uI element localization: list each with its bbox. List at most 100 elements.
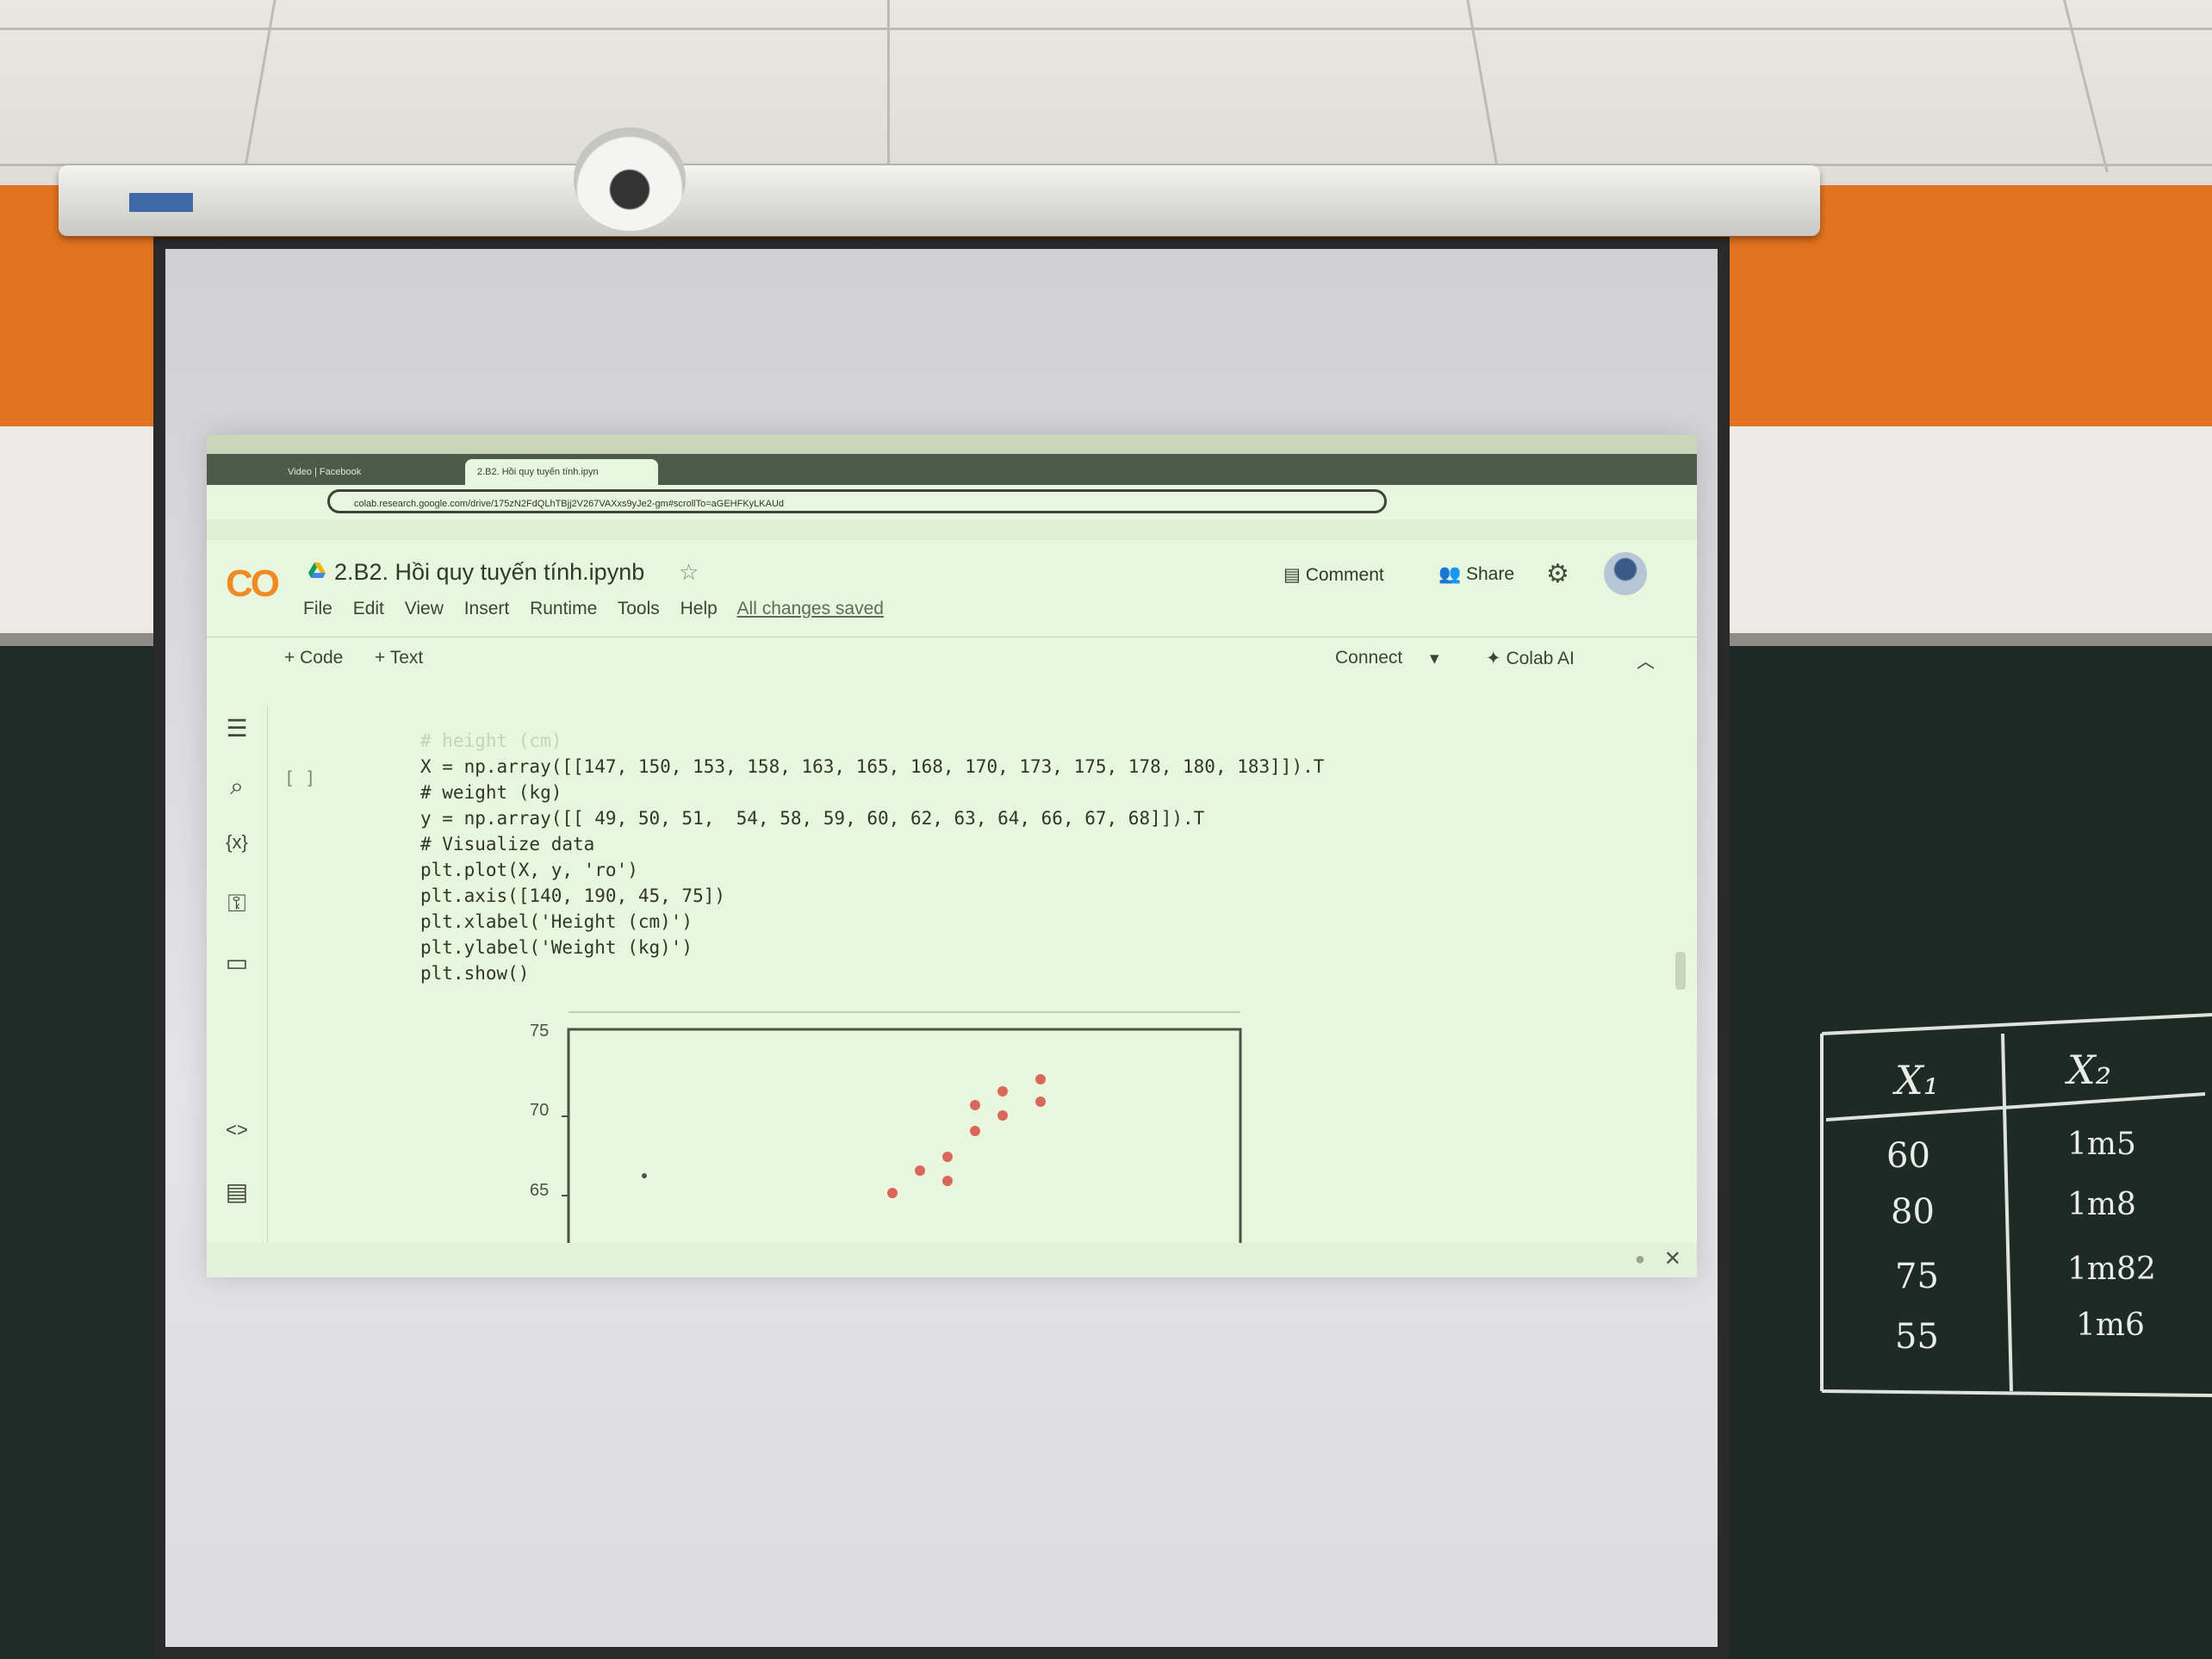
- key-icon[interactable]: ⚿: [219, 890, 255, 921]
- projected-colab-window: Video | Facebook 2.B2. Hồi quy tuyến tín…: [207, 435, 1697, 1277]
- folder-icon[interactable]: ▭: [219, 948, 255, 979]
- cell-x1: 60: [1886, 1136, 1930, 1176]
- share-label: Share: [1465, 564, 1515, 584]
- gear-icon[interactable]: ⚙: [1546, 559, 1569, 589]
- code-line: # height (cm): [420, 730, 562, 751]
- code-cell[interactable]: [ ] # height (cm) X = np.array([[147, 150…: [274, 719, 1687, 1029]
- table-of-contents-icon[interactable]: ☰: [219, 714, 255, 745]
- url-text: colab.research.google.com/drive/175zN2Fd…: [354, 499, 785, 509]
- menu-runtime[interactable]: Runtime: [530, 599, 597, 618]
- code-line: y = np.array([[ 49, 50, 51, 54, 58, 59, …: [420, 808, 1205, 829]
- command-palette-icon[interactable]: ▤: [219, 1177, 255, 1209]
- data-point: [1035, 1074, 1046, 1084]
- header-x2: X₂: [2065, 1047, 2111, 1093]
- data-point: [997, 1086, 1008, 1097]
- y-tick-label: 70: [530, 1101, 549, 1120]
- save-status[interactable]: All changes saved: [737, 599, 884, 618]
- data-point: [915, 1165, 925, 1176]
- search-icon[interactable]: ⌕: [219, 773, 255, 804]
- sparkle-icon: ✦: [1486, 649, 1507, 668]
- colab-logo: CO: [226, 562, 280, 605]
- os-menubar: [207, 435, 1697, 454]
- chevron-down-icon[interactable]: ▾: [1430, 648, 1439, 669]
- data-point: [1035, 1097, 1046, 1107]
- connect-button[interactable]: Connect: [1335, 648, 1402, 668]
- code-line: # weight (kg): [420, 782, 562, 803]
- cell-x1: 75: [1895, 1257, 1939, 1296]
- cell-x2: 1m5: [2067, 1127, 2136, 1162]
- address-bar: colab.research.google.com/drive/175zN2Fd…: [207, 485, 1697, 519]
- menu-view[interactable]: View: [405, 599, 444, 618]
- cell-x1: 80: [1891, 1192, 1935, 1232]
- menu-edit[interactable]: Edit: [353, 599, 384, 618]
- browser-tab-bar: Video | Facebook 2.B2. Hồi quy tuyến tín…: [207, 454, 1697, 485]
- people-icon: 👥: [1438, 564, 1466, 584]
- chevron-up-icon[interactable]: ︿: [1637, 648, 1655, 674]
- data-point: [942, 1176, 953, 1186]
- colab-header: CO 2.B2. Hồi quy tuyến tính.ipynb ☆ File…: [207, 540, 1697, 637]
- code-snippets-icon[interactable]: <>: [219, 1119, 255, 1150]
- cell-x2: 1m6: [2076, 1308, 2145, 1343]
- run-cell-button[interactable]: [ ]: [284, 767, 315, 788]
- colab-ai-label: Colab AI: [1506, 649, 1575, 668]
- data-point: [970, 1126, 980, 1136]
- avatar[interactable]: [1604, 552, 1647, 595]
- data-point: [970, 1100, 980, 1110]
- data-point: [997, 1110, 1008, 1121]
- brand-label: [129, 193, 193, 212]
- tab-label: 2.B2. Hồi quy tuyến tính.ipyn: [477, 467, 599, 477]
- menu-tools[interactable]: Tools: [618, 599, 660, 618]
- star-icon[interactable]: ☆: [679, 559, 699, 586]
- table-middle-line: [2001, 1033, 2013, 1392]
- code-line: plt.ylabel('Weight (kg)'): [420, 937, 693, 958]
- variables-icon[interactable]: {x}: [219, 831, 255, 862]
- tab-label: Video | Facebook: [288, 467, 362, 477]
- code-editor[interactable]: # height (cm) X = np.array([[147, 150, 15…: [420, 728, 1324, 986]
- bookmarks-bar: [207, 519, 1697, 540]
- scrollbar[interactable]: [1675, 952, 1686, 990]
- code-line: X = np.array([[147, 150, 153, 158, 163, …: [420, 756, 1325, 777]
- browser-tab-colab[interactable]: 2.B2. Hồi quy tuyến tính.ipyn: [465, 459, 658, 485]
- code-line: plt.plot(X, y, 'ro'): [420, 860, 638, 880]
- drive-icon: [308, 562, 326, 578]
- status-bar: ● ✕: [207, 1243, 1697, 1277]
- notebook-title[interactable]: 2.B2. Hồi quy tuyến tính.ipynb: [334, 559, 644, 586]
- code-line: # Visualize data: [420, 834, 595, 854]
- scatter-plot-output: 75 70 65: [530, 1011, 1242, 1277]
- code-line: plt.axis([140, 190, 45, 75]): [420, 885, 726, 906]
- header-x1: X₁: [1892, 1057, 1939, 1103]
- table-header-line: [1825, 1092, 2206, 1122]
- code-line: plt.xlabel('Height (cm)'): [420, 911, 693, 932]
- cell-x1: 55: [1895, 1317, 1939, 1357]
- colab-sidebar: ☰ ⌕ {x} ⚿ ▭ <> ▤ ▣: [207, 705, 268, 1277]
- menu-file[interactable]: File: [303, 599, 332, 618]
- chalkboard-left: [0, 646, 172, 1659]
- url-input[interactable]: colab.research.google.com/drive/175zN2Fd…: [327, 489, 1387, 513]
- colab-ai-button[interactable]: ✦ Colab AI: [1486, 648, 1575, 669]
- y-tick-label: 75: [530, 1022, 549, 1041]
- colab-menu-bar: File Edit View Insert Runtime Tools Help…: [303, 599, 899, 619]
- plot-frame: [567, 1028, 1242, 1277]
- browser-tab-facebook[interactable]: Video | Facebook: [276, 459, 460, 485]
- comment-button[interactable]: ▤ Comment: [1283, 564, 1384, 586]
- projector-screen-housing: [59, 165, 1820, 236]
- comment-label: Comment: [1305, 565, 1384, 585]
- y-tick-label: 65: [530, 1181, 549, 1200]
- close-icon[interactable]: ✕: [1664, 1246, 1681, 1271]
- notebook-toolbar: + Code + Text Connect ▾ ✦ Colab AI ︿: [207, 637, 1697, 680]
- security-camera: [574, 127, 686, 231]
- data-point: [942, 1152, 953, 1162]
- add-code-button[interactable]: + Code: [284, 648, 343, 668]
- menu-help[interactable]: Help: [680, 599, 718, 618]
- add-text-button[interactable]: + Text: [375, 648, 423, 668]
- status-dot-icon: ●: [1634, 1250, 1645, 1269]
- cell-x2: 1m82: [2067, 1252, 2156, 1287]
- share-button[interactable]: 👥 Share: [1438, 564, 1514, 585]
- code-line: plt.show(): [420, 963, 530, 984]
- table-top-line: [1821, 1013, 2212, 1035]
- mouse-cursor-icon: [642, 1173, 647, 1178]
- data-point: [887, 1188, 898, 1198]
- cell-x2: 1m8: [2067, 1187, 2136, 1222]
- chalkboard-table: X₁ X₂ 60 1m5 80 1m8 75 1m82 55 1m6: [1820, 1013, 2212, 1397]
- menu-insert[interactable]: Insert: [464, 599, 510, 618]
